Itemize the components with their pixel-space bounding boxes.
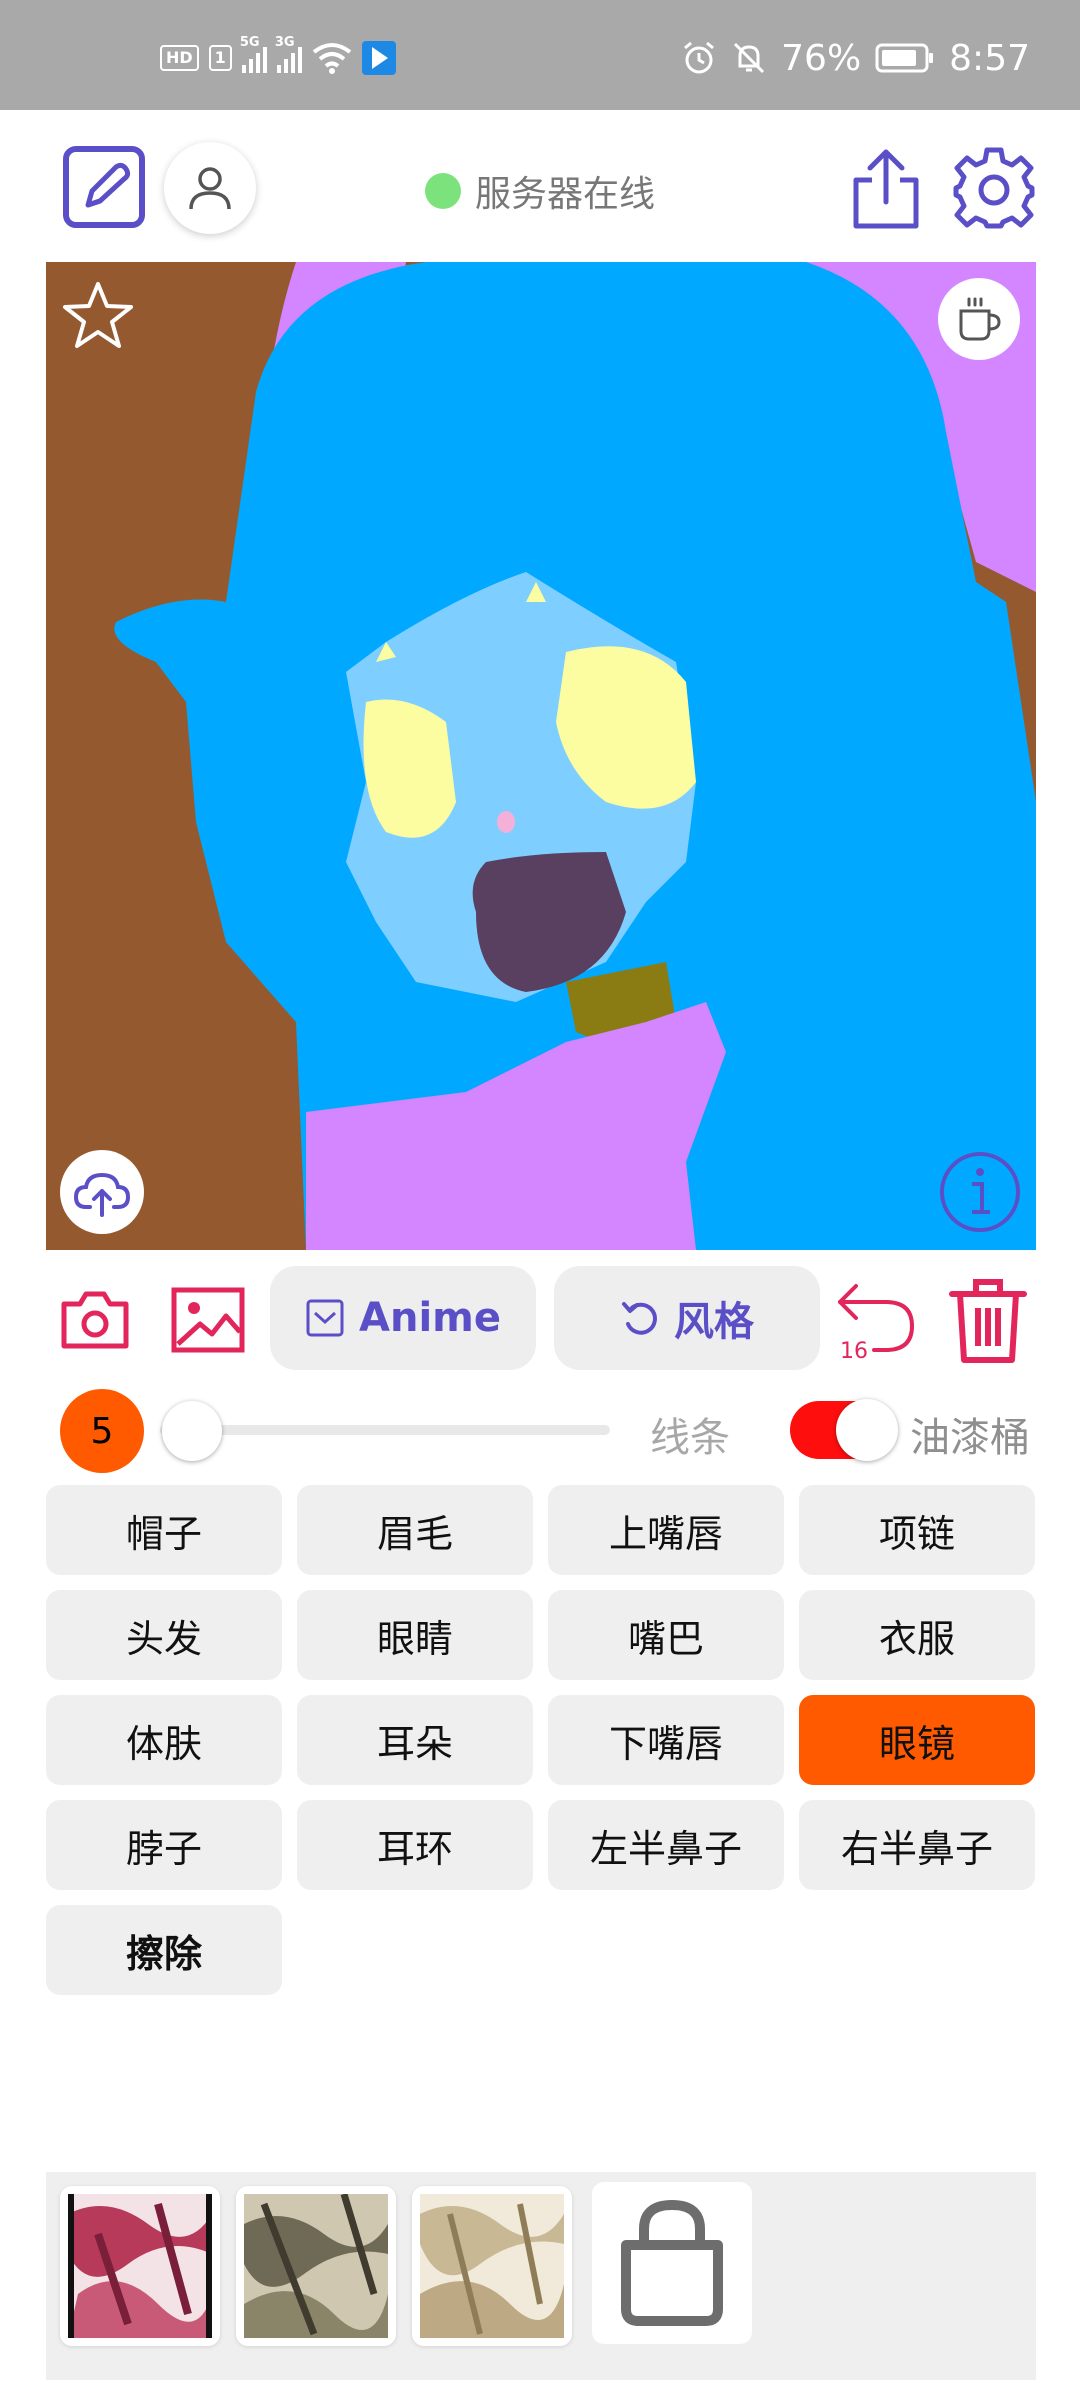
camera-icon (61, 1291, 129, 1349)
paint-bucket-label: 油漆桶 (910, 1415, 1030, 1461)
battery-percent: 76% (781, 37, 862, 79)
edit-button[interactable] (62, 145, 146, 229)
part-button[interactable]: 嘴巴 (548, 1590, 784, 1680)
favorite-button[interactable] (62, 280, 134, 352)
part-button[interactable]: 衣服 (799, 1590, 1035, 1680)
part-button[interactable]: 上嘴唇 (548, 1485, 784, 1575)
edit-icon (63, 146, 145, 228)
user-icon (189, 167, 231, 210)
part-button[interactable]: 擦除 (46, 1905, 282, 1995)
model-label: Anime (359, 1295, 501, 1341)
trash-icon (949, 1279, 1027, 1363)
clock: 8:57 (949, 37, 1030, 79)
part-button[interactable]: 项链 (799, 1485, 1035, 1575)
rotate-icon (622, 1302, 657, 1335)
style-thumbnail-2[interactable] (236, 2186, 396, 2346)
status-dot (425, 173, 461, 209)
line-mode-label: 线条 (650, 1415, 730, 1461)
segmentation-drawing (114, 262, 1036, 1250)
user-button[interactable] (164, 142, 256, 234)
info-button[interactable] (938, 1150, 1022, 1234)
cloud-upload-icon (74, 1172, 130, 1217)
coffee-button[interactable] (938, 278, 1020, 360)
toggle-knob (836, 1399, 898, 1461)
part-button[interactable]: 左半鼻子 (548, 1800, 784, 1890)
settings-button[interactable] (952, 146, 1036, 230)
part-button[interactable]: 头发 (46, 1590, 282, 1680)
undo-button[interactable]: 16 (834, 1280, 918, 1364)
brush-size-badge: 5 (60, 1389, 144, 1473)
gallery-button[interactable] (170, 1286, 246, 1354)
style-preview-image (420, 2194, 564, 2338)
network-type: 5G (239, 35, 260, 50)
shopping-bag-icon (621, 2199, 723, 2326)
paint-bucket-toggle[interactable] (790, 1399, 898, 1461)
signal-icon: 5G (240, 35, 267, 73)
server-status-text: 服务器在线 (475, 174, 656, 215)
status-bar: HD 1 5G 3G 76% 8:57 (0, 0, 1080, 110)
style-preview-image (68, 2194, 212, 2338)
info-icon (940, 1152, 1020, 1232)
style-button[interactable]: 风格 (554, 1266, 820, 1370)
camera-button[interactable] (60, 1290, 130, 1350)
cloud-upload-button[interactable] (60, 1150, 144, 1234)
style-thumbnail-tray (46, 2172, 1036, 2380)
status-left: HD 1 5G 3G (160, 35, 396, 78)
brush-size-slider-thumb[interactable] (162, 1401, 222, 1461)
style-thumbnail-1[interactable] (60, 2186, 220, 2346)
part-button[interactable]: 脖子 (46, 1800, 282, 1890)
wifi-icon (312, 43, 352, 74)
share-icon (853, 149, 919, 229)
undo-count: 16 (840, 1339, 868, 1364)
brush-size-track[interactable] (160, 1425, 610, 1435)
shop-button[interactable] (592, 2182, 752, 2344)
part-button[interactable]: 眉毛 (297, 1485, 533, 1575)
brush-settings-row: 5 线条 油漆桶 (0, 1385, 1080, 1475)
coffee-cup-icon (959, 297, 1001, 341)
drawing-canvas[interactable] (46, 262, 1036, 1250)
app-notification-icon (361, 41, 396, 75)
network-type: 3G (274, 35, 295, 50)
sim-badge: 1 (208, 45, 232, 71)
style-label: 风格 (674, 1299, 754, 1345)
tool-row: Anime 风格 16 (0, 1262, 1080, 1372)
delete-button[interactable] (948, 1276, 1028, 1366)
part-button[interactable]: 下嘴唇 (548, 1695, 784, 1785)
checkbox-icon (306, 1299, 344, 1337)
status-right: 76% 8:57 (681, 37, 1030, 79)
image-icon (171, 1287, 245, 1353)
style-thumbnail-3[interactable] (412, 2186, 572, 2346)
part-button[interactable]: 体肤 (46, 1695, 282, 1785)
mute-icon (734, 42, 765, 74)
battery-icon (875, 43, 934, 73)
signal-icon: 3G (275, 35, 302, 73)
hd-badge: HD (160, 45, 199, 71)
part-button[interactable]: 右半鼻子 (799, 1800, 1035, 1890)
model-select-button[interactable]: Anime (270, 1266, 536, 1370)
share-button[interactable] (848, 146, 924, 230)
part-button[interactable]: 眼镜 (799, 1695, 1035, 1785)
part-button[interactable]: 帽子 (46, 1485, 282, 1575)
top-toolbar: 服务器在线 (0, 110, 1080, 260)
alarm-icon (684, 41, 715, 74)
part-button[interactable]: 眼睛 (297, 1590, 533, 1680)
part-button[interactable]: 耳环 (297, 1800, 533, 1890)
star-icon (63, 282, 133, 348)
gear-icon (953, 147, 1035, 229)
style-preview-image (244, 2194, 388, 2338)
segment-label-grid: 帽子 眉毛 上嘴唇 项链头发 眼睛 嘴巴 衣服体肤 耳朵 下嘴唇 眼镜脖子 耳环 左半鼻子 右半鼻子擦除 (46, 1485, 1036, 1995)
server-status: 服务器在线 (425, 165, 655, 217)
part-button[interactable]: 耳朵 (297, 1695, 533, 1785)
